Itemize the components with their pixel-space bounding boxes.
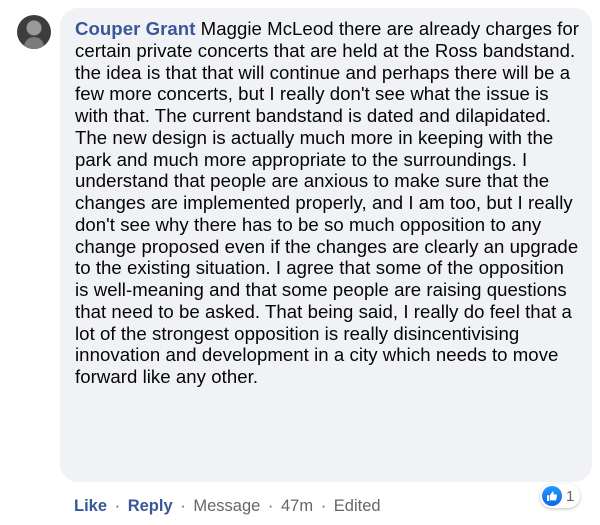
separator: · bbox=[180, 497, 186, 515]
comment-body: Couper Grant Maggie McLeod there are alr… bbox=[75, 18, 580, 388]
like-link[interactable]: Like bbox=[74, 497, 107, 515]
separator: · bbox=[114, 497, 121, 515]
message-link[interactable]: Message bbox=[193, 497, 260, 515]
reaction-summary[interactable]: 1 bbox=[540, 484, 581, 508]
separator: · bbox=[320, 497, 327, 515]
separator: · bbox=[267, 497, 274, 515]
comment: Couper Grant Maggie McLeod there are alr… bbox=[0, 0, 600, 525]
reply-link[interactable]: Reply bbox=[128, 497, 173, 515]
like-thumbs-up-icon bbox=[542, 486, 562, 506]
comment-author[interactable]: Couper Grant bbox=[75, 18, 195, 39]
comment-text: Maggie McLeod there are already charges … bbox=[75, 18, 580, 387]
reaction-count: 1 bbox=[566, 487, 575, 505]
comment-actions: Like · Reply · Message · 47m · Edited bbox=[74, 497, 381, 516]
comment-bubble: Couper Grant Maggie McLeod there are alr… bbox=[60, 8, 592, 482]
avatar[interactable] bbox=[17, 15, 51, 49]
edited-label[interactable]: Edited bbox=[334, 497, 381, 515]
timestamp[interactable]: 47m bbox=[281, 497, 313, 515]
